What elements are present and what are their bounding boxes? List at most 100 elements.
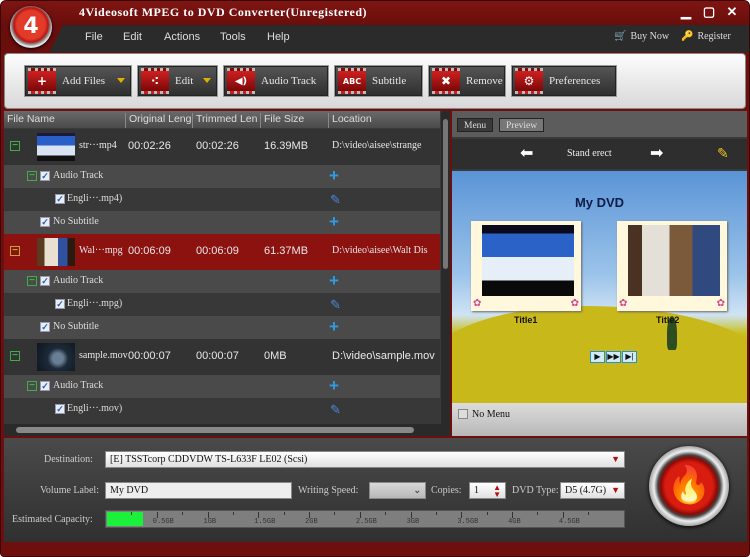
column-file-name[interactable]: File Name bbox=[4, 113, 126, 128]
menu-help[interactable]: Help bbox=[267, 31, 290, 43]
audio-item-checkbox[interactable]: ✓ bbox=[55, 194, 65, 204]
chevron-down-icon[interactable]: ⌄ bbox=[413, 483, 421, 498]
writing-speed-label: Writing Speed: bbox=[298, 485, 359, 496]
audio-item-row[interactable]: ✓ Engli···.mov) ✎ bbox=[4, 398, 440, 424]
menu-tools[interactable]: Tools bbox=[220, 31, 246, 43]
capacity-tick bbox=[486, 512, 488, 515]
buy-now-label: Buy Now bbox=[630, 31, 670, 42]
edit-menu-icon[interactable]: ✎ bbox=[717, 145, 729, 162]
file-size: 16.39MB bbox=[264, 140, 309, 152]
subtitle-row[interactable]: ✓ No Subtitle + bbox=[4, 211, 440, 234]
audio-track-row[interactable]: − ✓ Audio Track + bbox=[4, 165, 440, 188]
menu-file[interactable]: File bbox=[85, 31, 103, 43]
add-audio-icon[interactable]: + bbox=[329, 167, 339, 184]
volume-label-input[interactable]: My DVD bbox=[105, 482, 292, 499]
audio-track-checkbox[interactable]: ✓ bbox=[40, 381, 50, 391]
capacity-tick-label: 3GB bbox=[406, 518, 420, 526]
no-menu-checkbox[interactable] bbox=[458, 409, 468, 419]
menu-edit[interactable]: Edit bbox=[123, 31, 142, 43]
pencil-icon[interactable]: ✎ bbox=[330, 192, 341, 208]
audio-track-row[interactable]: − ✓ Audio Track + bbox=[4, 375, 440, 398]
file-row-selected[interactable]: − Wal···mpg 00:06:09 00:06:09 61.37MB D:… bbox=[4, 234, 440, 270]
add-subtitle-icon[interactable]: + bbox=[329, 213, 339, 230]
play-icon[interactable]: ▶ bbox=[590, 351, 605, 363]
edit-label: Edit bbox=[175, 75, 194, 87]
column-trimmed-length[interactable]: Trimmed Len bbox=[193, 113, 261, 128]
collapse-toggle-icon[interactable]: − bbox=[27, 381, 37, 391]
audio-track-checkbox[interactable]: ✓ bbox=[40, 276, 50, 286]
chevron-down-icon[interactable]: ▼ bbox=[611, 483, 620, 498]
file-location: D:\video\aisee\Walt Dis bbox=[332, 245, 428, 256]
audio-track-row[interactable]: − ✓ Audio Track + bbox=[4, 270, 440, 293]
scroll-thumb[interactable] bbox=[16, 427, 414, 433]
column-location[interactable]: Location bbox=[329, 113, 440, 128]
register-link[interactable]: 🔑 Register bbox=[681, 31, 731, 42]
arrow-right-icon[interactable]: ➡ bbox=[650, 143, 663, 163]
capacity-tick bbox=[283, 512, 285, 515]
subtitle-row[interactable]: ✓ No Subtitle + bbox=[4, 316, 440, 339]
file-row[interactable]: − str···mp4 00:02:26 00:02:26 16.39MB D:… bbox=[4, 129, 440, 165]
dropdown-arrow-icon[interactable] bbox=[203, 78, 211, 83]
add-audio-icon[interactable]: + bbox=[329, 377, 339, 394]
minimize-button[interactable]: ▁ bbox=[677, 4, 695, 20]
app-window: 4Videosoft MPEG to DVD Converter(Unregis… bbox=[0, 0, 750, 557]
chevron-down-icon[interactable]: ▼ bbox=[611, 452, 620, 467]
collapse-toggle-icon[interactable]: − bbox=[10, 141, 20, 151]
pencil-icon[interactable]: ✎ bbox=[330, 402, 341, 418]
audio-item-row[interactable]: ✓ Engli···.mpg) ✎ bbox=[4, 293, 440, 316]
title-thumbnail-2[interactable]: ✿ ✿ bbox=[617, 221, 727, 311]
maximize-button[interactable]: ▢ bbox=[700, 4, 718, 20]
no-menu-bar: No Menu bbox=[452, 403, 747, 436]
add-subtitle-icon[interactable]: + bbox=[329, 318, 339, 335]
capacity-tick bbox=[334, 512, 336, 515]
scroll-thumb[interactable] bbox=[443, 119, 448, 269]
vertical-scrollbar[interactable] bbox=[441, 111, 450, 424]
title-thumbnail-1[interactable]: ✿ ✿ bbox=[471, 221, 581, 311]
destination-select[interactable]: [E] TSSTcorp CDDVDW TS-L633F LE02 (Scsi)… bbox=[105, 451, 625, 468]
tab-menu[interactable]: Menu bbox=[457, 118, 494, 132]
tab-preview[interactable]: Preview bbox=[499, 118, 545, 132]
collapse-toggle-icon[interactable]: − bbox=[27, 171, 37, 181]
buy-now-link[interactable]: 🛒 Buy Now bbox=[614, 31, 669, 42]
audio-item-checkbox[interactable]: ✓ bbox=[55, 299, 65, 309]
collapse-toggle-icon[interactable]: − bbox=[10, 351, 20, 361]
subtitle-label: No Subtitle bbox=[53, 216, 99, 227]
collapse-toggle-icon[interactable]: − bbox=[27, 276, 37, 286]
dvd-title[interactable]: My DVD bbox=[452, 195, 747, 210]
menu-actions[interactable]: Actions bbox=[164, 31, 200, 43]
stepper-arrows-icon[interactable]: ▲ ▼ bbox=[493, 484, 501, 499]
subtitle-button[interactable]: ABC Subtitle bbox=[335, 66, 422, 96]
skip-end-icon[interactable]: ▶| bbox=[622, 351, 637, 363]
trimmed-length: 00:02:26 bbox=[196, 140, 239, 152]
file-name: str···mp4 bbox=[79, 140, 117, 151]
pencil-icon[interactable]: ✎ bbox=[330, 297, 341, 313]
audio-item-label: Engli···.mpg) bbox=[67, 298, 123, 309]
audio-track-button[interactable]: ◀) Audio Track bbox=[224, 66, 328, 96]
video-thumbnail bbox=[37, 133, 75, 161]
add-files-button[interactable]: + Add Files bbox=[25, 66, 131, 96]
edit-button[interactable]: ⁖ Edit bbox=[138, 66, 217, 96]
column-file-size[interactable]: File Size bbox=[261, 113, 329, 128]
column-original-length[interactable]: Original Leng bbox=[126, 113, 193, 128]
close-button[interactable]: ✕ bbox=[723, 4, 741, 20]
audio-track-label: Audio Track bbox=[53, 275, 104, 286]
audio-item-row[interactable]: ✓ Engli···.mp4) ✎ bbox=[4, 188, 440, 211]
arrow-left-icon[interactable]: ⬅ bbox=[520, 143, 533, 163]
copies-stepper[interactable]: 1 ▲ ▼ bbox=[469, 482, 506, 499]
horizontal-scrollbar[interactable] bbox=[4, 424, 450, 436]
file-row[interactable]: − sample.mov 00:00:07 00:00:07 0MB D:\vi… bbox=[4, 339, 440, 375]
dvd-type-select[interactable]: D5 (4.7G) ▼ bbox=[560, 482, 625, 499]
subtitle-checkbox[interactable]: ✓ bbox=[40, 322, 50, 332]
burn-button[interactable]: 🔥 bbox=[649, 446, 729, 526]
subtitle-checkbox[interactable]: ✓ bbox=[40, 217, 50, 227]
add-audio-icon[interactable]: + bbox=[329, 272, 339, 289]
file-location: D:\video\aisee\strange bbox=[332, 140, 422, 151]
preferences-button[interactable]: ⚙ Preferences bbox=[512, 66, 616, 96]
fast-forward-icon[interactable]: ▶▶ bbox=[606, 351, 621, 363]
audio-item-checkbox[interactable]: ✓ bbox=[55, 404, 65, 414]
dropdown-arrow-icon[interactable] bbox=[117, 78, 125, 83]
collapse-toggle-icon[interactable]: − bbox=[10, 246, 20, 256]
remove-button[interactable]: ✖ Remove bbox=[429, 66, 505, 96]
writing-speed-select[interactable]: ⌄ bbox=[369, 482, 426, 499]
audio-track-checkbox[interactable]: ✓ bbox=[40, 171, 50, 181]
